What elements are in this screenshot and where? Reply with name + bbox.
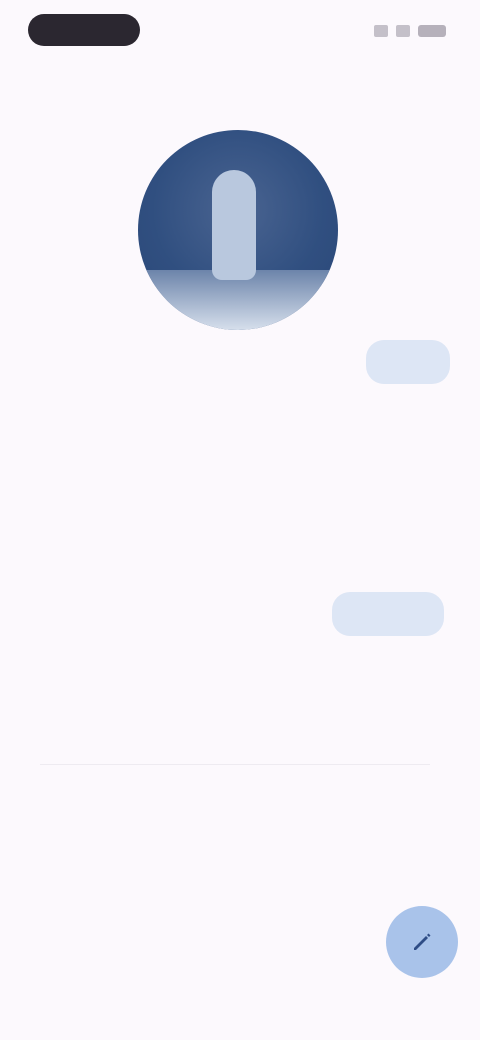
status-time-pill [28, 14, 140, 46]
status-icons [374, 22, 446, 40]
compose-button[interactable] [386, 906, 458, 978]
battery-icon [418, 25, 446, 37]
avatar-figure [212, 170, 256, 280]
back-button[interactable] [30, 86, 140, 106]
footer-divider [40, 764, 430, 765]
footer-meta-row [56, 784, 426, 808]
footer-action-button[interactable] [182, 850, 298, 878]
profile-caption [40, 286, 136, 306]
chat-bubble-sent-2[interactable] [332, 592, 444, 636]
app-screen [0, 0, 480, 1040]
profile-avatar[interactable] [138, 130, 338, 330]
compose-icon [414, 933, 431, 950]
chat-bubble-sent-1[interactable] [366, 340, 450, 384]
wifi-icon [396, 25, 410, 37]
signal-icon [374, 25, 388, 37]
